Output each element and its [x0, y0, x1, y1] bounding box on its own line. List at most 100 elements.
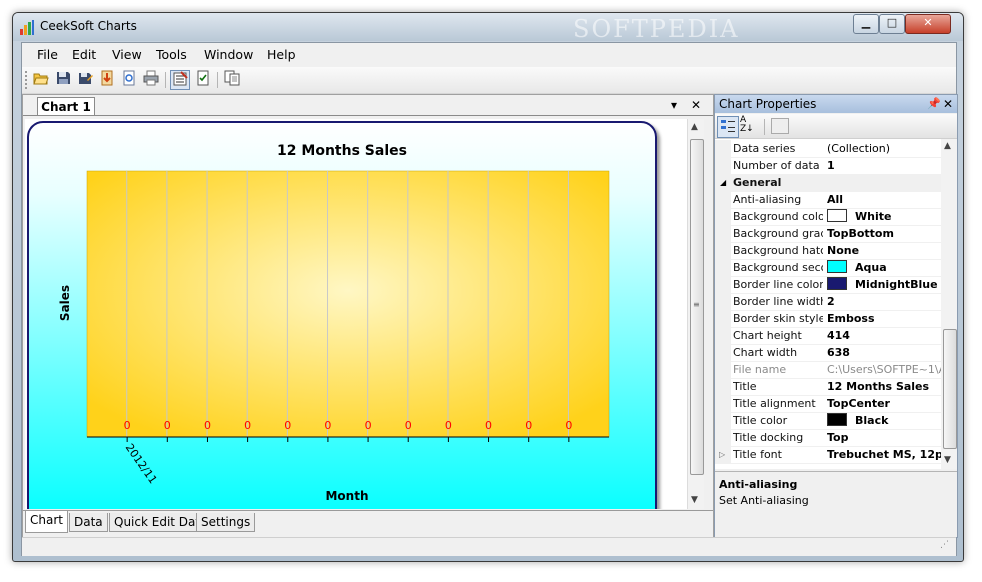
property-row[interactable]: Title alignment TopCenter [715, 395, 941, 413]
save-icon[interactable] [53, 70, 73, 90]
property-value[interactable]: C:\Users\SOFTPE~1\Ap [827, 361, 941, 378]
row-margin [715, 395, 731, 412]
property-value[interactable]: 1 [827, 157, 941, 174]
property-name: Chart width [733, 346, 798, 359]
property-value[interactable]: 414 [827, 327, 941, 344]
toolbar-separator [165, 72, 166, 88]
minimize-button[interactable]: ▁ [853, 14, 879, 34]
expand-icon[interactable]: ▷ [719, 446, 725, 463]
minimize-icon: ▁ [861, 16, 871, 29]
alphabetical-view-button[interactable]: A Z↓ [740, 116, 760, 136]
scroll-up-icon[interactable]: ▲ [691, 122, 698, 132]
y-axis-label: Sales [58, 285, 72, 321]
scroll-up-icon[interactable]: ▲ [944, 141, 951, 151]
scroll-thumb[interactable] [943, 329, 957, 449]
property-grid-scrollbar[interactable]: ▲ ▼ [941, 139, 957, 469]
property-value[interactable]: All [827, 191, 941, 208]
document-area: Chart 1 ▾ ✕ 12 Months Sales Sales Month … [22, 94, 714, 538]
menu-file[interactable]: File [37, 47, 58, 62]
property-row[interactable]: Title 12 Months Sales [715, 378, 941, 396]
property-name: Border skin style [733, 312, 823, 325]
chart-title: 12 Months Sales [277, 143, 407, 159]
categorized-view-button[interactable] [717, 116, 739, 138]
property-value[interactable]: Black [827, 412, 941, 429]
property-value[interactable]: Top [827, 429, 941, 446]
property-row[interactable]: Background secon Aqua [715, 259, 941, 277]
menu-help[interactable]: Help [267, 47, 296, 62]
tab-data[interactable]: Data [69, 513, 108, 532]
title-bar[interactable]: CeekSoft Charts SOFTPEDIA ▁ □ ✕ [13, 13, 963, 43]
property-value[interactable]: TopCenter [827, 395, 941, 412]
chart-vertical-scrollbar[interactable]: ▲ ≡ ▼ [687, 119, 704, 509]
copy-icon[interactable] [222, 70, 242, 90]
menu-tools[interactable]: Tools [156, 47, 187, 62]
property-pages-button[interactable] [771, 118, 789, 134]
maximize-button[interactable]: □ [879, 14, 905, 34]
property-row[interactable]: Background hatch None [715, 242, 941, 260]
row-margin [715, 293, 731, 310]
property-row[interactable]: Chart width 638 [715, 344, 941, 362]
close-button[interactable]: ✕ [905, 14, 951, 34]
property-row[interactable]: Anti-aliasing All [715, 191, 941, 209]
scroll-thumb[interactable]: ≡ [690, 139, 704, 475]
properties-close-icon[interactable]: ✕ [943, 95, 953, 113]
menu-window[interactable]: Window [204, 47, 253, 62]
property-row[interactable]: Chart height 414 [715, 327, 941, 345]
property-row[interactable]: Data series (Collection) [715, 140, 941, 158]
property-category[interactable]: ◢ General [715, 174, 941, 192]
open-icon[interactable] [31, 70, 51, 90]
chart-area[interactable]: 12 Months Sales Sales Month 0 2012/11 0 0 0 0… [27, 121, 657, 509]
property-value[interactable]: White [827, 208, 941, 225]
property-row[interactable]: Border skin style Emboss [715, 310, 941, 328]
property-value[interactable]: 2 [827, 293, 941, 310]
print-icon[interactable] [141, 70, 161, 90]
document-close-icon[interactable]: ✕ [691, 98, 701, 112]
resize-grip-icon[interactable]: ⋰ [940, 540, 949, 550]
property-value[interactable]: MidnightBlue [827, 276, 941, 293]
collapse-icon[interactable]: ◢ [720, 174, 726, 191]
property-value-text: Emboss [827, 312, 875, 325]
data-label: 0 [525, 419, 532, 432]
property-row[interactable]: Number of data se 1 [715, 157, 941, 175]
export-icon[interactable] [97, 70, 117, 90]
data-label: 0 [244, 419, 251, 432]
property-row[interactable]: Background gradie TopBottom [715, 225, 941, 243]
property-value-text: TopBottom [827, 227, 894, 240]
scroll-down-icon[interactable]: ▼ [691, 495, 698, 505]
data-label: 0 [445, 419, 452, 432]
scroll-down-icon[interactable]: ▼ [944, 455, 951, 465]
property-name: Title [733, 380, 757, 393]
property-row[interactable]: Background color White [715, 208, 941, 226]
checklist-icon[interactable] [193, 70, 213, 90]
property-value[interactable]: None [827, 242, 941, 259]
property-row[interactable]: Border line width 2 [715, 293, 941, 311]
property-row[interactable]: Title docking Top [715, 429, 941, 447]
property-value[interactable]: 638 [827, 344, 941, 361]
property-value-text: 1 [827, 159, 835, 172]
property-value[interactable]: Emboss [827, 310, 941, 327]
properties-icon[interactable] [170, 70, 190, 90]
tab-settings[interactable]: Settings [196, 513, 256, 532]
tab-chart[interactable]: Chart [25, 511, 68, 533]
toolbar-grip[interactable] [25, 71, 30, 89]
property-row[interactable]: File name C:\Users\SOFTPE~1\Ap [715, 361, 941, 379]
property-value-text: None [827, 244, 860, 257]
document-list-dropdown-icon[interactable]: ▾ [671, 98, 677, 112]
property-value[interactable]: TopBottom [827, 225, 941, 242]
property-value[interactable]: (Collection) [827, 140, 941, 157]
property-row[interactable]: Border line color MidnightBlue [715, 276, 941, 294]
menu-view[interactable]: View [112, 47, 142, 62]
menu-edit[interactable]: Edit [72, 47, 96, 62]
property-row[interactable]: ▷ Title font Trebuchet MS, 12pt [715, 446, 941, 464]
property-row[interactable]: Title color Black [715, 412, 941, 430]
property-value[interactable]: Trebuchet MS, 12pt [827, 446, 941, 463]
property-value-text: Black [855, 414, 889, 427]
property-name: Background color [733, 210, 823, 223]
chart-svg: 12 Months Sales Sales Month 0 2012/11 0 0 0 0… [58, 143, 610, 503]
tab-chart-1[interactable]: Chart 1 [37, 97, 95, 116]
print-preview-icon[interactable] [119, 70, 139, 90]
property-value[interactable]: 12 Months Sales [827, 378, 941, 395]
save-as-icon[interactable] [75, 70, 95, 90]
pin-icon[interactable]: 📌 [927, 95, 941, 113]
property-value[interactable]: Aqua [827, 259, 941, 276]
